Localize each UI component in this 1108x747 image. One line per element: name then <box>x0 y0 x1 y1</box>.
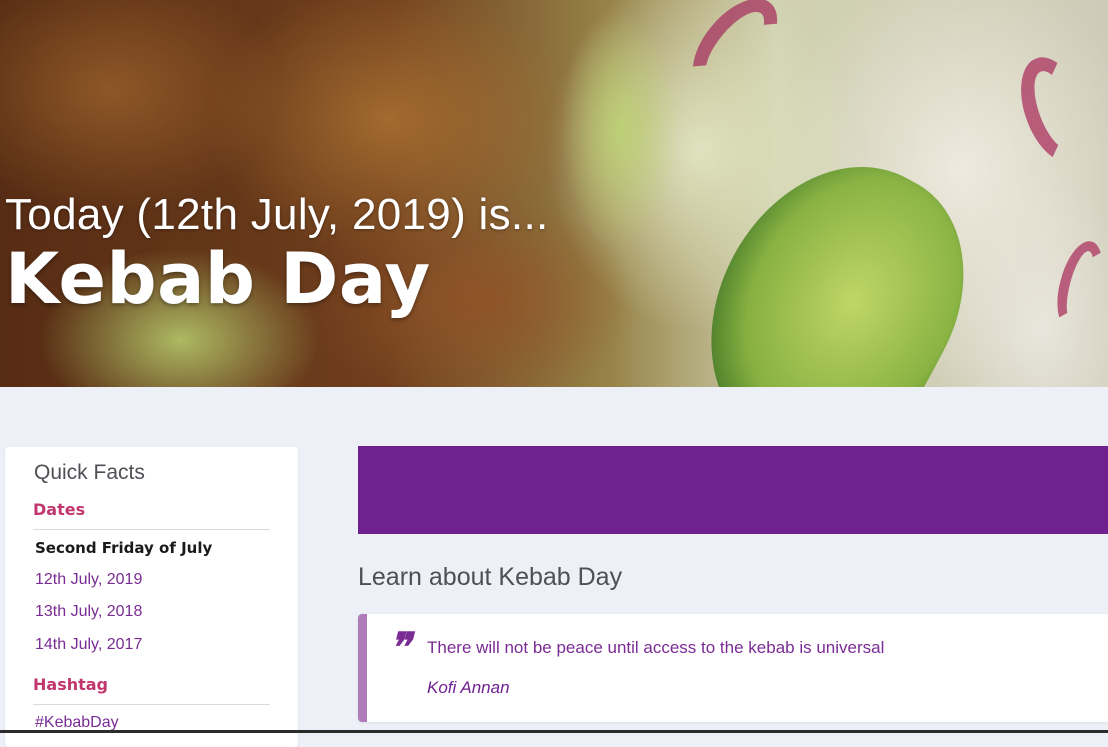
hashtag-divider <box>33 704 270 705</box>
date-link[interactable]: 14th July, 2017 <box>35 636 142 654</box>
hero-banner: Today (12th July, 2019) is... Kebab Day <box>0 0 1108 387</box>
quick-facts-card: Quick Facts Dates Second Friday of July … <box>5 447 298 747</box>
purple-banner <box>358 446 1108 534</box>
quote-text: There will not be peace until access to … <box>427 638 885 657</box>
hero-subtitle: Today (12th July, 2019) is... <box>5 190 549 239</box>
quote-author: Kofi Annan <box>427 678 510 697</box>
dates-heading: Dates <box>33 500 86 519</box>
date-link[interactable]: 12th July, 2019 <box>35 571 142 589</box>
quick-facts-title: Quick Facts <box>34 461 145 484</box>
hashtag-heading: Hashtag <box>33 675 108 694</box>
dates-rule: Second Friday of July <box>35 539 213 557</box>
quote-mark-icon: ❞ <box>389 624 411 671</box>
hero-title: Kebab Day <box>5 238 431 320</box>
date-link[interactable]: 13th July, 2018 <box>35 603 142 621</box>
quote-block: ❞ There will not be peace until access t… <box>358 614 1108 722</box>
dates-divider <box>33 529 270 530</box>
section-heading: Learn about Kebab Day <box>358 563 623 591</box>
